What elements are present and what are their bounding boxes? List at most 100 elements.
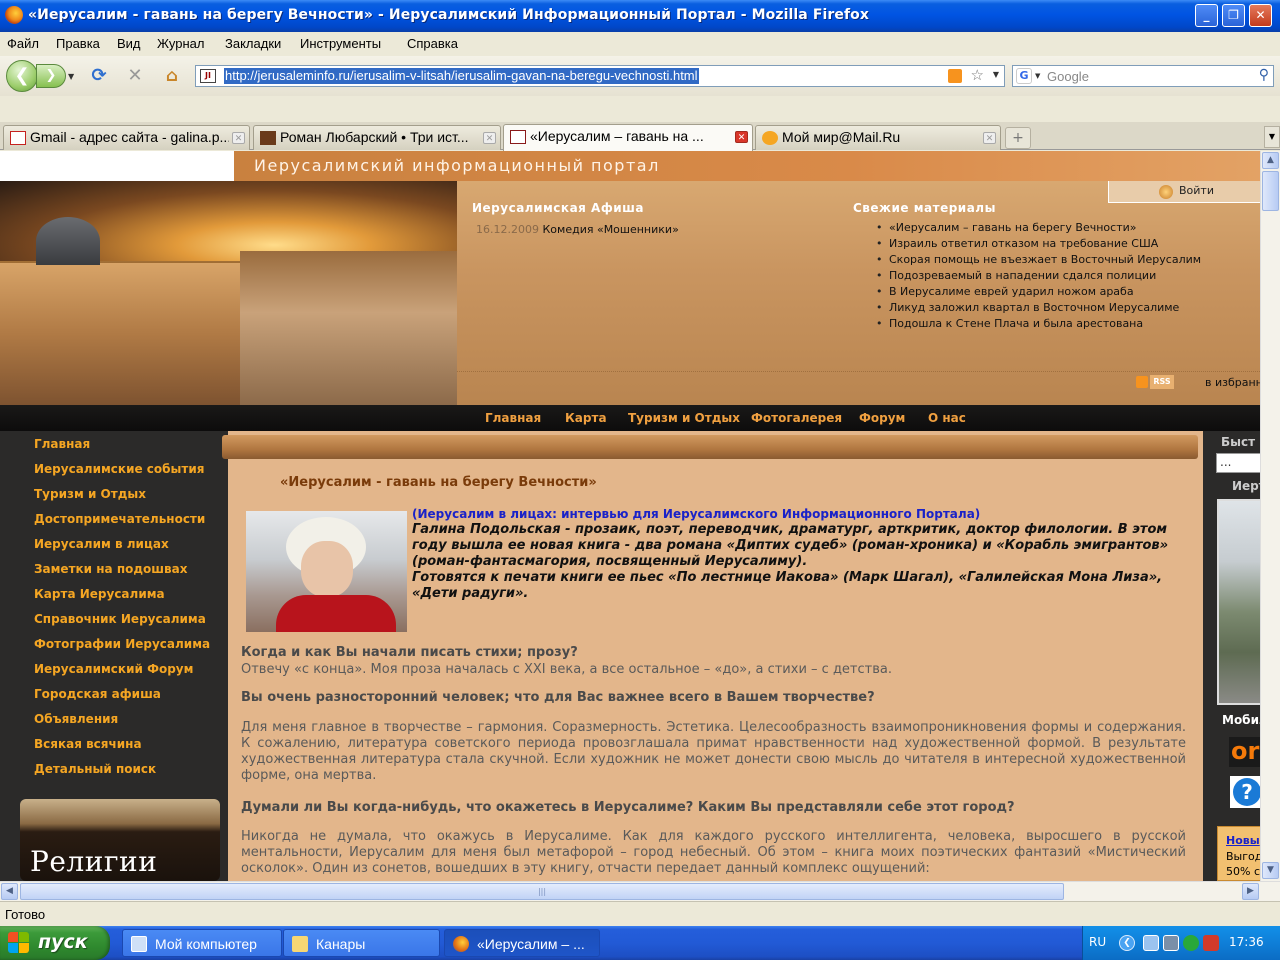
- promo-banner[interactable]: Новы Выгод 50% с: [1217, 826, 1260, 881]
- horizontal-scroll-thumb[interactable]: |||: [20, 883, 1064, 900]
- security-shield-icon[interactable]: [1203, 935, 1219, 951]
- fresh-item[interactable]: Ликуд заложил квартал в Восточном Иеруса…: [876, 301, 1201, 317]
- sidebar-item-search[interactable]: Детальный поиск: [34, 762, 156, 776]
- religions-banner[interactable]: Религии Мира: [20, 799, 220, 881]
- fresh-item[interactable]: «Иерусалим – гавань на берегу Вечности»: [876, 221, 1201, 237]
- url-bar[interactable]: JI http://jerusaleminfo.ru/ierusalim-v-l…: [195, 65, 1005, 87]
- menu-tools[interactable]: Инструменты: [300, 36, 381, 51]
- search-input[interactable]: Google: [1047, 69, 1089, 84]
- minimize-button[interactable]: _: [1195, 4, 1218, 27]
- tab-close-icon[interactable]: ✕: [232, 132, 245, 144]
- horizontal-scrollbar[interactable]: ◀ ||| ▶: [0, 881, 1280, 901]
- maximize-button[interactable]: ❐: [1222, 4, 1245, 27]
- url-dropdown-icon[interactable]: ▼: [993, 70, 999, 79]
- tab-close-icon[interactable]: ✕: [735, 131, 748, 143]
- sidebar-item-home[interactable]: Главная: [34, 437, 90, 451]
- home-icon[interactable]: ⌂: [160, 64, 184, 88]
- scroll-right-icon[interactable]: ▶: [1242, 883, 1259, 900]
- street-photo[interactable]: [1217, 499, 1260, 705]
- topnav-tourism[interactable]: Туризм и Отдых: [628, 411, 740, 425]
- hidden-icons-chevron-icon[interactable]: ❮: [1119, 935, 1135, 951]
- vertical-scroll-thumb[interactable]: [1262, 171, 1279, 211]
- antivirus-icon[interactable]: [1183, 935, 1199, 951]
- reload-icon[interactable]: ⟳: [87, 64, 111, 88]
- fresh-item[interactable]: Скорая помощь не въезжает в Восточный Ие…: [876, 253, 1201, 269]
- close-button[interactable]: ✕: [1249, 4, 1272, 27]
- network-icon[interactable]: [1143, 935, 1159, 951]
- back-button[interactable]: ❮: [6, 60, 38, 92]
- sidebar-item-misc[interactable]: Всякая всячина: [34, 737, 142, 751]
- topnav-home[interactable]: Главная: [485, 411, 541, 425]
- fresh-item[interactable]: В Иерусалиме еврей ударил ножом араба: [876, 285, 1201, 301]
- stop-icon[interactable]: ✕: [123, 64, 147, 88]
- url-text[interactable]: http://jerusaleminfo.ru/ierusalim-v-lits…: [224, 68, 699, 84]
- login-box[interactable]: Войти: [1108, 181, 1260, 203]
- sidebar-item-tourism[interactable]: Туризм и Отдых: [34, 487, 146, 501]
- monitor-icon[interactable]: [1163, 935, 1179, 951]
- scroll-up-icon[interactable]: ▲: [1262, 152, 1279, 169]
- menu-view[interactable]: Вид: [117, 36, 141, 51]
- tab-gmail[interactable]: Gmail - адрес сайта - galina.p... ✕: [3, 125, 250, 150]
- topnav-about[interactable]: О нас: [928, 411, 966, 425]
- forward-button[interactable]: ❯: [36, 64, 66, 88]
- taskbar-item-canary[interactable]: Канары: [283, 929, 440, 957]
- help-banner[interactable]: ?: [1230, 776, 1260, 808]
- sidebar-item-events[interactable]: Иерусалимские события: [34, 462, 204, 476]
- topnav-gallery[interactable]: Фотогалерея: [751, 411, 842, 425]
- tab-close-icon[interactable]: ✕: [483, 132, 496, 144]
- photo-block-label: Иерт: [1232, 479, 1260, 493]
- taskbar-item-my-computer[interactable]: Мой компьютер: [122, 929, 282, 957]
- history-dropdown-icon[interactable]: ▼: [68, 72, 74, 81]
- orange-banner[interactable]: or: [1229, 737, 1260, 767]
- google-engine-icon[interactable]: G: [1016, 68, 1032, 84]
- answer-1: Отвечу «с конца». Моя проза началась с X…: [241, 662, 892, 677]
- menu-history[interactable]: Журнал: [157, 36, 204, 51]
- engine-dropdown-icon[interactable]: ▼: [1035, 72, 1040, 80]
- tab-label: «Иерусалим – гавань на ...: [530, 128, 704, 144]
- login-link[interactable]: Войти: [1179, 184, 1214, 197]
- scroll-left-icon[interactable]: ◀: [1, 883, 18, 900]
- afisha-event[interactable]: Комедия «Мошенники»: [542, 223, 678, 236]
- sidebar-item-faces[interactable]: Иерусалим в лицах: [34, 537, 169, 551]
- sidebar-item-afisha[interactable]: Городская афиша: [34, 687, 161, 701]
- tab-jerusalem[interactable]: «Иерусалим – гавань на ... ✕: [503, 124, 753, 151]
- sidebar-item-sights[interactable]: Достопримечательности: [34, 512, 205, 526]
- tab-moymir[interactable]: Мой мир@Mail.Ru ✕: [755, 125, 1001, 150]
- sidebar-item-map[interactable]: Карта Иерусалима: [34, 587, 165, 601]
- menu-file[interactable]: Файл: [7, 36, 39, 51]
- language-indicator[interactable]: RU: [1089, 935, 1106, 949]
- rss-feed-icon[interactable]: [948, 69, 962, 83]
- topnav-map[interactable]: Карта: [565, 411, 607, 425]
- quick-search-input[interactable]: ...: [1216, 453, 1260, 473]
- sidebar-item-photos[interactable]: Фотографии Иерусалима: [34, 637, 210, 651]
- scroll-down-icon[interactable]: ▼: [1262, 862, 1279, 879]
- sidebar-item-forum[interactable]: Иерусалимский Форум: [34, 662, 193, 676]
- bookmark-star-icon[interactable]: ☆: [971, 66, 984, 84]
- article-content: «Иерусалим - гавань на берегу Вечности» …: [222, 431, 1203, 881]
- search-icon[interactable]: ⚲: [1259, 67, 1269, 83]
- right-sidebar: Быст ... Иерт Мобил or ? Новы Выгод 50% …: [1203, 431, 1260, 881]
- tab-close-icon[interactable]: ✕: [983, 132, 996, 144]
- sidebar-item-directory[interactable]: Справочник Иерусалима: [34, 612, 206, 626]
- jerusalem-header-photo: [0, 181, 457, 405]
- search-bar[interactable]: G ▼ Google ⚲: [1012, 65, 1274, 87]
- fresh-item[interactable]: Израиль ответил отказом на требование СШ…: [876, 237, 1201, 253]
- fresh-item[interactable]: Подошла к Стене Плача и была арестована: [876, 317, 1201, 333]
- fresh-item[interactable]: Подозреваемый в нападении сдался полиции: [876, 269, 1201, 285]
- promo-line-1[interactable]: Новы: [1226, 834, 1260, 847]
- topnav-forum[interactable]: Форум: [859, 411, 905, 425]
- afisha-item[interactable]: 16.12.2009 Комедия «Мошенники»: [476, 223, 679, 236]
- menu-bookmarks[interactable]: Закладки: [225, 36, 281, 51]
- sidebar-item-notes[interactable]: Заметки на подошвах: [34, 562, 187, 576]
- menu-edit[interactable]: Правка: [56, 36, 100, 51]
- menu-help[interactable]: Справка: [407, 36, 458, 51]
- new-tab-button[interactable]: +: [1005, 127, 1031, 149]
- vertical-scrollbar[interactable]: ▲ ▼: [1260, 151, 1280, 881]
- sidebar-item-ads[interactable]: Объявления: [34, 712, 118, 726]
- status-bar: Готово: [0, 901, 1280, 926]
- start-button[interactable]: пуск: [0, 926, 110, 960]
- taskbar-item-firefox[interactable]: «Иерусалим – ...: [444, 929, 600, 957]
- windows-flag-icon: [8, 932, 30, 954]
- tab-list-dropdown-icon[interactable]: ▼: [1264, 126, 1280, 148]
- tab-lyubarsky[interactable]: Роман Любарский • Три ист... ✕: [253, 125, 501, 150]
